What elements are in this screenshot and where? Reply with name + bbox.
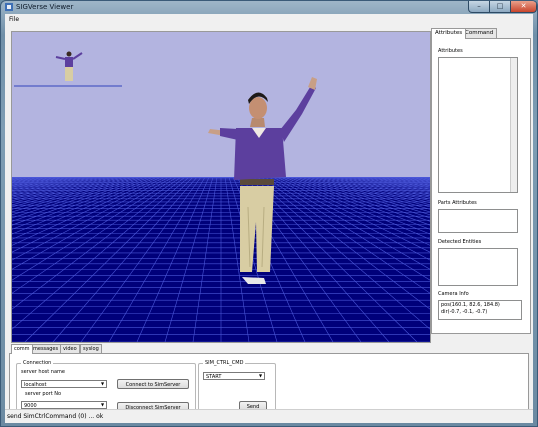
parts-attributes-label: Parts Attributes <box>438 200 477 206</box>
connection-group-title: Connection <box>21 360 54 366</box>
sim-ctrl-value: START <box>206 374 222 380</box>
host-value: localhost <box>24 382 47 388</box>
chevron-down-icon: ▼ <box>258 373 263 378</box>
host-label: server host name <box>21 369 65 375</box>
maximize-button[interactable]: □ <box>489 1 511 13</box>
tab-comm[interactable]: comm <box>11 344 33 354</box>
3d-viewport[interactable] <box>11 31 431 343</box>
attributes-label: Attributes <box>438 48 463 54</box>
attributes-list[interactable] <box>438 57 518 193</box>
sim-ctrl-select[interactable]: START ▼ <box>203 372 265 380</box>
port-select[interactable]: 9000 ▼ <box>21 401 107 409</box>
camera-info-label: Camera Info <box>438 291 469 297</box>
sim-ctrl-group-title: SIM_CTRL_CMD <box>203 360 246 366</box>
chevron-down-icon: ▼ <box>100 381 105 386</box>
app-window: SIGVerse Viewer – □ ✕ File Attributes Co… <box>0 0 538 427</box>
attributes-tab-body: Attributes Parts Attributes Detected Ent… <box>431 38 531 334</box>
attributes-scrollbar[interactable] <box>510 58 517 192</box>
menu-file[interactable]: File <box>9 16 19 23</box>
camera-info-text: pos(160.1, 82.6, 184.8) dir(-0.7, -0.1, … <box>438 300 522 320</box>
tab-syslog[interactable]: syslog <box>80 344 102 353</box>
status-bar: send SimCtrlCommand (0) ... ok <box>5 409 533 423</box>
chevron-down-icon: ▼ <box>100 402 105 407</box>
minimize-button[interactable]: – <box>468 1 490 13</box>
window-title: SIGVerse Viewer <box>16 3 74 11</box>
close-button[interactable]: ✕ <box>510 1 537 13</box>
app-icon <box>5 3 13 11</box>
client-area: File Attributes Command Attributes Parts… <box>5 14 533 423</box>
detected-entities-label: Detected Entities <box>438 239 482 245</box>
status-text: send SimCtrlCommand (0) ... ok <box>7 413 104 420</box>
tab-attributes[interactable]: Attributes <box>431 28 467 39</box>
sky <box>12 32 430 178</box>
tab-video[interactable]: video <box>60 344 80 353</box>
title-bar[interactable]: SIGVerse Viewer – □ ✕ <box>1 1 537 14</box>
attribute-panel: Attributes Command Attributes Parts Attr… <box>431 28 531 334</box>
connect-button[interactable]: Connect to SimServer <box>117 379 189 389</box>
host-select[interactable]: localhost ▼ <box>21 380 107 388</box>
tab-messages[interactable]: messages <box>30 344 62 353</box>
tab-command[interactable]: Command <box>461 28 498 38</box>
bottom-panel: comm messages video syslog Connection se… <box>9 344 529 419</box>
menu-bar: File <box>5 14 533 25</box>
detected-entities-list[interactable] <box>438 248 518 286</box>
port-label: server port No <box>25 391 62 397</box>
parts-attributes-list[interactable] <box>438 209 518 233</box>
scene <box>12 32 430 342</box>
